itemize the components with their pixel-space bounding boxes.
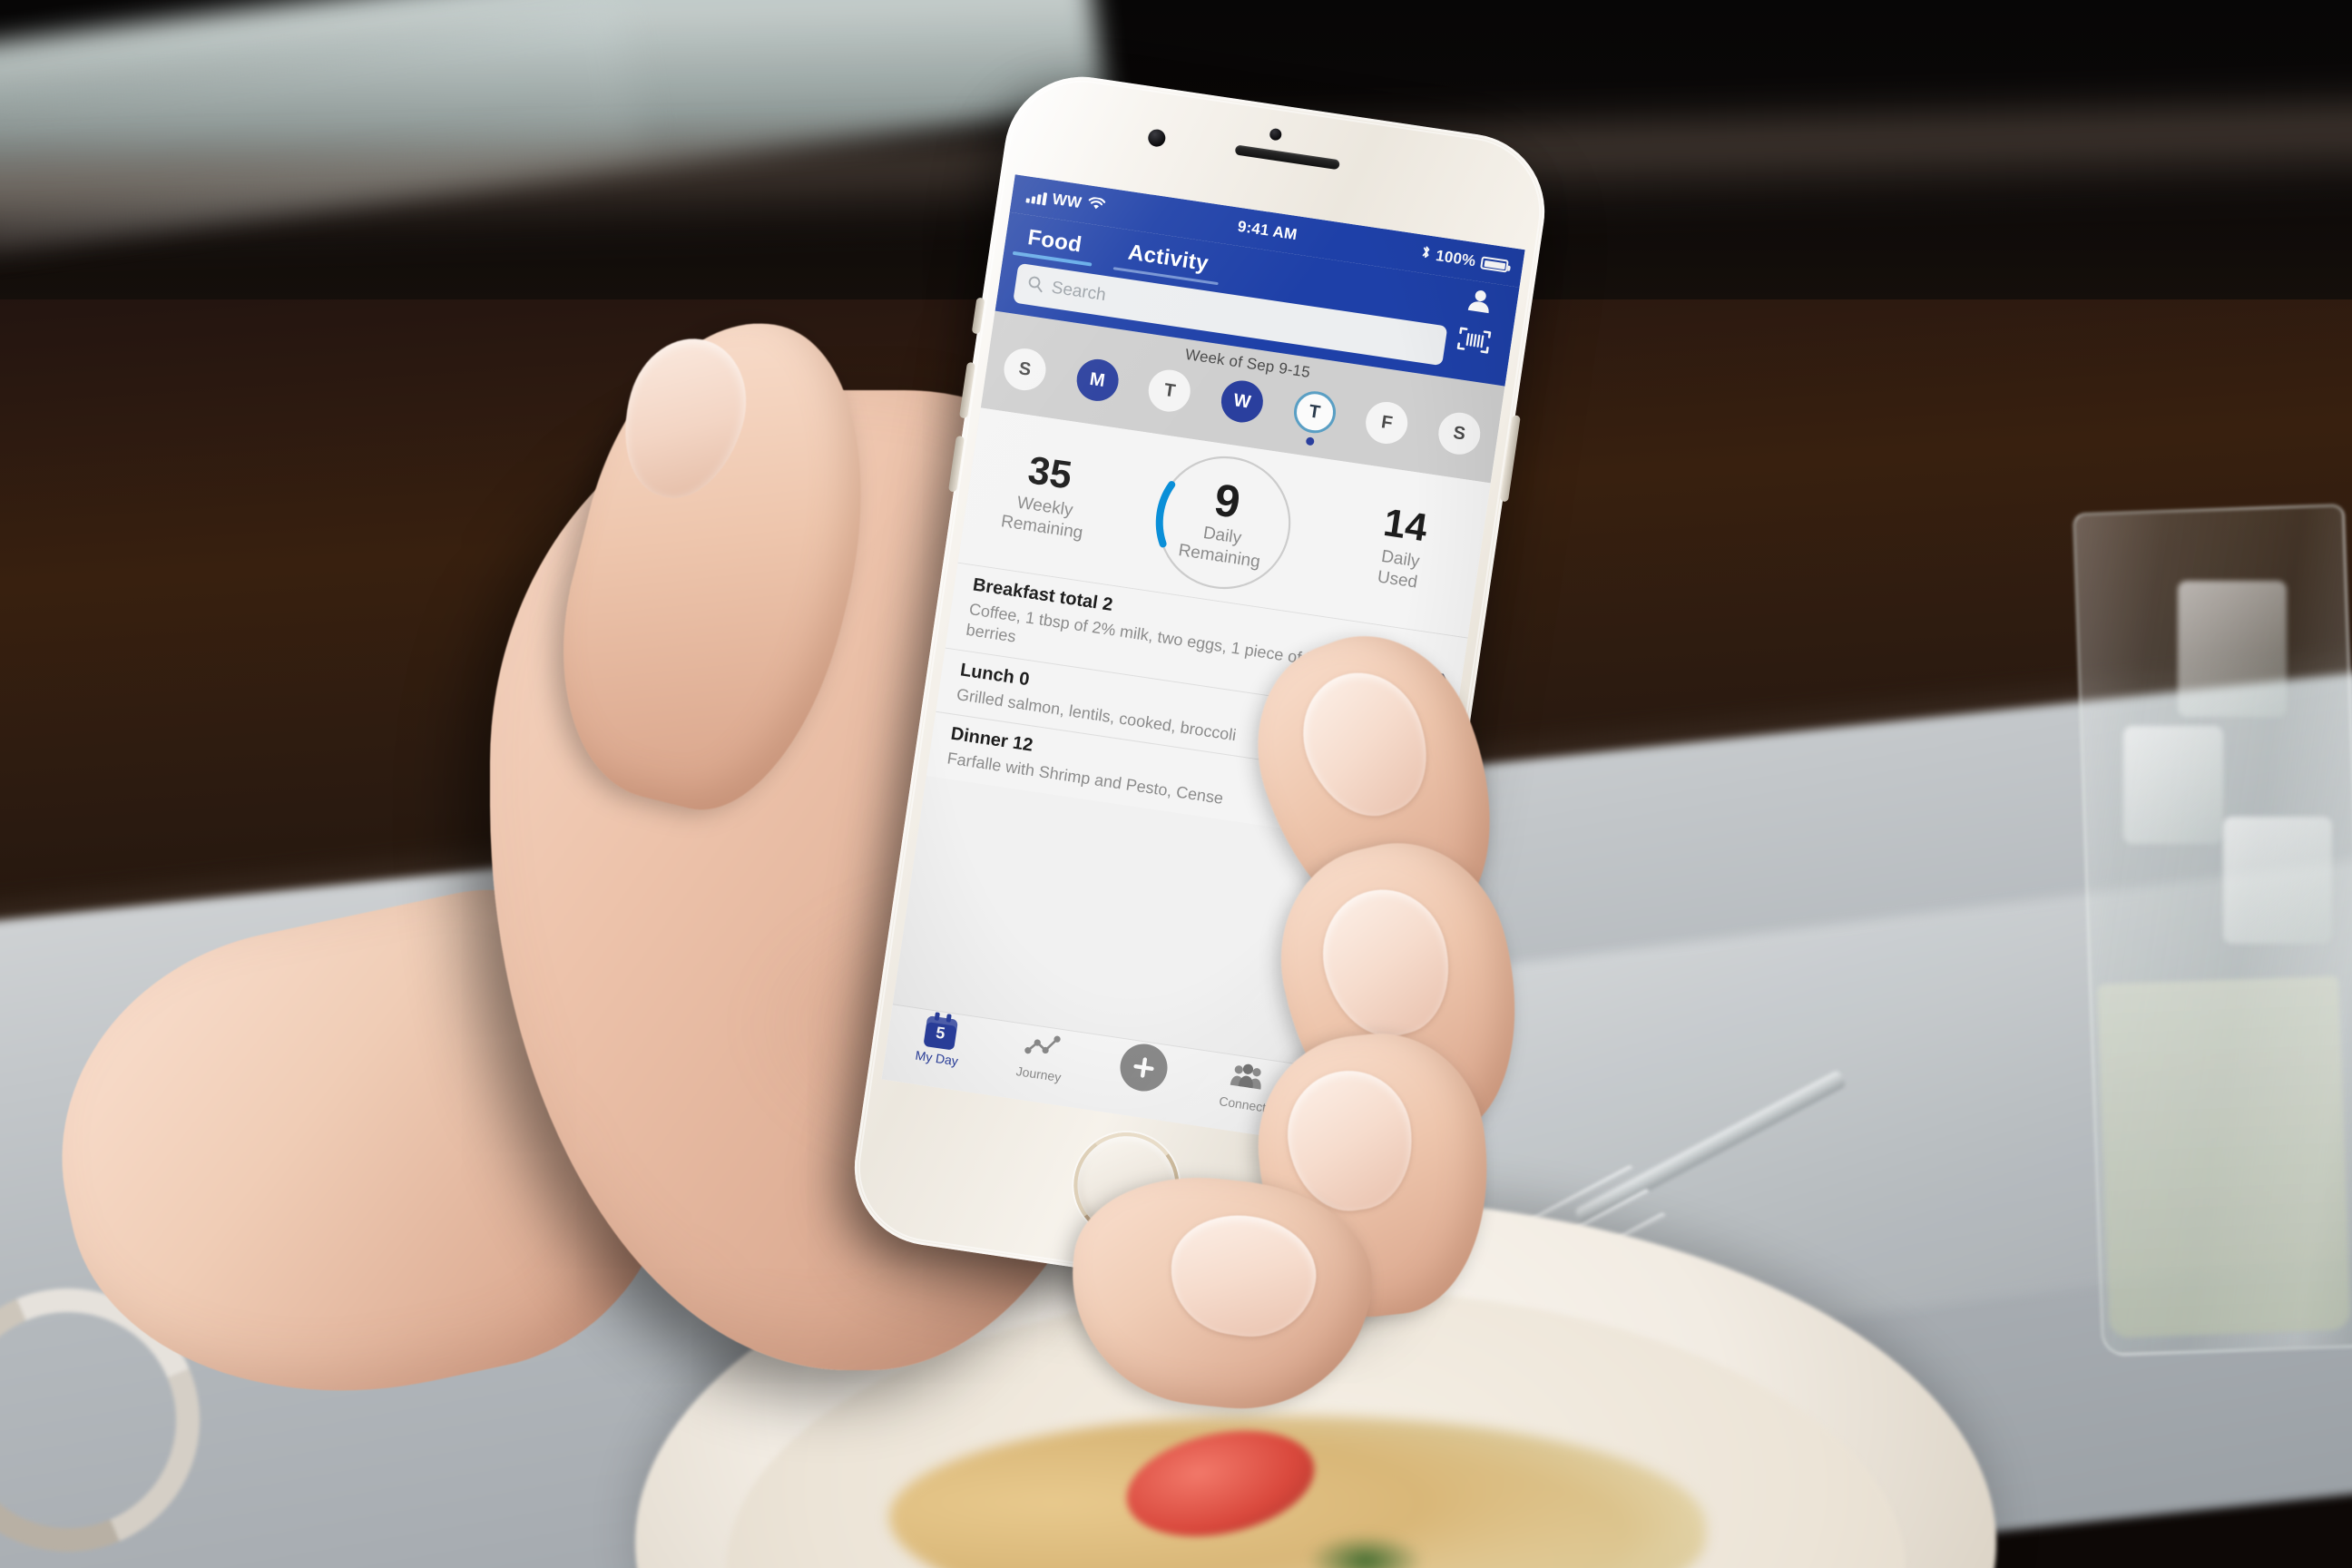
glass-water	[2097, 975, 2351, 1338]
daily-points-ring[interactable]: 9 Daily Remaining	[1138, 436, 1311, 610]
tab-journey[interactable]: Journey	[993, 1026, 1090, 1088]
battery-icon	[1480, 256, 1509, 273]
day-circle: S	[1001, 345, 1049, 394]
calendar-icon: 5	[923, 1015, 958, 1051]
search-icon	[1026, 274, 1045, 297]
search-placeholder: Search	[1050, 278, 1108, 306]
day-cell-sat[interactable]: S	[1431, 409, 1485, 470]
day-circle: S	[1436, 409, 1484, 457]
day-circle: W	[1218, 377, 1266, 426]
person-avatar-icon[interactable]	[1464, 285, 1495, 320]
ice-cube	[2123, 726, 2223, 844]
day-cell-wed[interactable]: W	[1214, 377, 1269, 438]
barcode-scanner-icon[interactable]	[1455, 326, 1492, 360]
bluetooth-icon	[1419, 244, 1432, 265]
status-time: 9:41 AM	[1236, 217, 1298, 244]
plus-add-icon	[1116, 1040, 1171, 1095]
day-circle: T	[1145, 367, 1194, 415]
day-cell-thu-today[interactable]: T	[1287, 388, 1341, 449]
today-indicator-dot	[1305, 436, 1316, 446]
tab-journey-label: Journey	[1014, 1063, 1063, 1085]
day-cell-tue[interactable]: T	[1142, 367, 1196, 427]
ring-center-content: 9 Daily Remaining	[1177, 473, 1271, 573]
tab-my-day-label: My Day	[914, 1047, 960, 1069]
day-circle: F	[1363, 398, 1411, 447]
battery-percent-label: 100%	[1435, 247, 1477, 270]
weekly-remaining-stat: 35 Weekly Remaining	[986, 446, 1106, 546]
signal-bars-icon	[1025, 189, 1047, 205]
day-cell-sun[interactable]: S	[996, 345, 1051, 407]
tab-add[interactable]	[1095, 1040, 1191, 1100]
line-chart-icon	[1023, 1030, 1062, 1066]
ice-cube	[2223, 817, 2332, 944]
people-group-icon	[1227, 1061, 1266, 1097]
wifi-icon	[1086, 195, 1106, 216]
header-icon-group	[1444, 283, 1510, 361]
ice-cube	[2178, 581, 2287, 717]
daily-used-stat: 14 Daily Used	[1342, 499, 1462, 599]
carrier-label: WW	[1051, 190, 1083, 212]
day-circle: M	[1073, 356, 1122, 404]
day-cell-fri[interactable]: F	[1358, 398, 1413, 459]
day-cell-mon[interactable]: M	[1069, 356, 1123, 416]
tab-food-label: Food	[1025, 225, 1083, 258]
day-circle: T	[1290, 388, 1338, 436]
tab-my-day[interactable]: 5 My Day	[891, 1011, 988, 1072]
